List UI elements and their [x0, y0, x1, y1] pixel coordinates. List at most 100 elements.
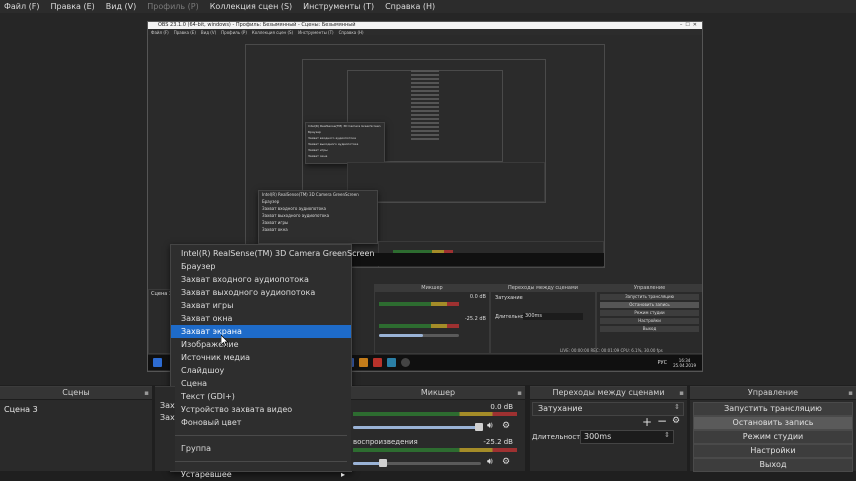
source-item-partial[interactable]: Зах [155, 401, 175, 410]
mixer-db-2: -25.2 dB [483, 438, 513, 446]
context-item-10[interactable]: Сцена [171, 377, 351, 390]
studio-mode-button[interactable]: Режим студии [693, 430, 853, 444]
context-item-13[interactable]: Фоновый цвет [171, 416, 351, 429]
nested-menu-item: Справка (H) [338, 29, 364, 35]
volume-slider-2-handle[interactable] [379, 459, 387, 467]
speaker-icon[interactable]: 🔊︎ [487, 421, 493, 431]
nested-dock-transitions: Переходы между сценами Затухание Длитель… [490, 284, 596, 354]
context-item-5[interactable]: Захват окна [171, 312, 351, 325]
nested-menu-item: Файл (F) [151, 29, 169, 35]
scenes-dock: Сцены ▪ Сцена 3 [0, 386, 152, 471]
menu-view[interactable]: Вид (V) [106, 2, 136, 11]
start-streaming-button[interactable]: Запустить трансляцию [693, 402, 853, 416]
nested-ctx-item: Захват выходного аудиопотока [262, 213, 330, 218]
sources-dock: Зах Зах [155, 386, 175, 471]
context-item-group[interactable]: Группа [171, 442, 351, 455]
deprecated-label: Устаревшее [181, 470, 232, 479]
nested-controls-title: Управление [597, 285, 702, 292]
transitions-dock: Переходы между сценами ▪ Затухание ⇕ + − … [530, 386, 687, 471]
scene-item[interactable]: Сцена 3 [1, 403, 151, 416]
nested-duration: 300ms [523, 313, 583, 320]
menu-scene-collection[interactable]: Коллекция сцен (S) [210, 2, 292, 11]
dock-menu-icon[interactable]: ▪ [848, 387, 853, 399]
duration-spinbox[interactable]: 300ms ⇕ [580, 430, 674, 444]
scenes-title: Сцены [62, 388, 90, 397]
context-item-0[interactable]: Intel(R) RealSense(TM) 3D Camera GreenSc… [171, 245, 375, 260]
audio-meter-2 [353, 448, 517, 452]
dock-menu-icon[interactable]: ▪ [679, 387, 684, 399]
nested-fade: Затухание [495, 295, 523, 301]
taskbar-lang: РУС [657, 359, 668, 366]
obs-taskbar-icon [401, 358, 410, 367]
context-menu-separator [175, 461, 347, 462]
context-item-4[interactable]: Захват игры [171, 299, 351, 312]
nested-ctx-item: Захват окна [262, 227, 288, 232]
nested-db2: -25.2 dB [464, 316, 486, 322]
nested-titlebar: OBS 23.1.0 (64-bit, windows) - Профиль: … [148, 22, 702, 29]
context-item-7[interactable]: Изображение [171, 338, 351, 351]
stop-recording-button[interactable]: Остановить запись [693, 416, 853, 430]
transitions-title: Переходы между сценами [552, 388, 665, 397]
windows-start-icon [153, 358, 162, 367]
menu-tools[interactable]: Инструменты (T) [303, 2, 374, 11]
duration-label: Длительность [532, 433, 585, 441]
duration-value: 300ms [584, 432, 612, 441]
nested-menubar: Файл (F) Правка (E) Вид (V) Профиль (P) … [148, 29, 702, 35]
dock-menu-icon[interactable]: ▪ [144, 387, 149, 399]
chevron-updown-icon: ⇕ [674, 403, 680, 411]
volume-slider-1[interactable] [353, 426, 481, 429]
context-menu-items: Intel(R) RealSense(TM) 3D Camera GreenSc… [171, 245, 375, 429]
transition-settings-icon[interactable]: ⚙︎ [672, 416, 680, 426]
menu-file[interactable]: Файл (F) [4, 2, 40, 11]
nested-ctx-item: Браузер [262, 199, 280, 204]
nested-slider [379, 334, 459, 337]
settings-button[interactable]: Настройки [693, 444, 853, 458]
nested-context-menu-medium: Intel(R) RealSense(TM) 3D Camera GreenSc… [258, 190, 378, 244]
context-item-12[interactable]: Устройство захвата видео [171, 403, 351, 416]
context-item-3[interactable]: Захват выходного аудиопотока [171, 286, 351, 299]
source-item-partial[interactable]: Зах [155, 413, 175, 422]
dock-menu-icon[interactable]: ▪ [517, 387, 522, 399]
nested-dock-mixer: Микшер 0.0 dB -25.2 dB [374, 284, 490, 354]
nested-db1: 0.0 dB [469, 294, 486, 300]
menu-help[interactable]: Справка (H) [385, 2, 435, 11]
nested-menu-item: Профиль (P) [221, 29, 247, 35]
gear-icon[interactable]: ⚙︎ [502, 421, 510, 431]
mouse-cursor-icon [221, 335, 229, 347]
remove-transition-icon[interactable]: − [657, 414, 667, 428]
context-item-8[interactable]: Источник медиа [171, 351, 351, 364]
nested-ctx-item: Захват окна [308, 154, 328, 158]
mixer-track-2-label: воспроизведения [353, 438, 418, 446]
nested-menu-item: Коллекция сцен (S) [251, 29, 294, 35]
context-item-2[interactable]: Захват входного аудиопотока [171, 273, 351, 286]
nested-window-title: OBS 23.1.0 (64-bit, windows) - Профиль: … [158, 22, 356, 28]
spin-arrows-icon[interactable]: ⇕ [664, 431, 670, 439]
controls-dock: Управление ▪ Запустить трансляцию Останов… [690, 386, 856, 472]
context-menu-separator [175, 435, 347, 436]
context-item-11[interactable]: Текст (GDI+) [171, 390, 351, 403]
context-item-1[interactable]: Браузер [171, 260, 351, 273]
scenes-dock-header: Сцены ▪ [0, 387, 152, 400]
nested-ctx-item: Захват входного аудиопотока [262, 206, 326, 211]
volume-slider-2[interactable] [353, 462, 481, 465]
add-transition-icon[interactable]: + [642, 415, 652, 429]
mixer-title: Микшер [420, 388, 456, 397]
transitions-dock-header: Переходы между сценами ▪ [530, 387, 687, 400]
nested-ctrl-btn: Настройки [600, 318, 699, 324]
speaker-icon[interactable]: 🔊︎ [487, 457, 493, 467]
menu-edit[interactable]: Правка (E) [51, 2, 95, 11]
context-item-6[interactable]: Захват экрана [171, 325, 351, 338]
nested-context-menu-small: Intel(R) RealSense(TM) 3D Camera GreenSc… [305, 122, 385, 164]
volume-slider-1-handle[interactable] [475, 423, 483, 431]
mixer-dock: Микшер ▪ 0.0 dB 🔊︎ ⚙︎ воспроизведения -25… [351, 386, 525, 471]
taskbar-icon [359, 358, 368, 367]
menu-profile[interactable]: Профиль (P) [147, 2, 198, 11]
gear-icon[interactable]: ⚙︎ [502, 457, 510, 467]
nested-meter-1 [379, 302, 459, 306]
nested-dock-controls: Управление Запустить трансляцию Останови… [596, 284, 702, 354]
nested-ctrl-btn: Режим студии [600, 310, 699, 316]
nested-mixer-title: Микшер [375, 285, 489, 292]
nested-menu-item: Правка (E) [173, 29, 196, 35]
nested-menu-item: Вид (V) [200, 29, 217, 35]
context-item-9[interactable]: Слайдшоу [171, 364, 351, 377]
